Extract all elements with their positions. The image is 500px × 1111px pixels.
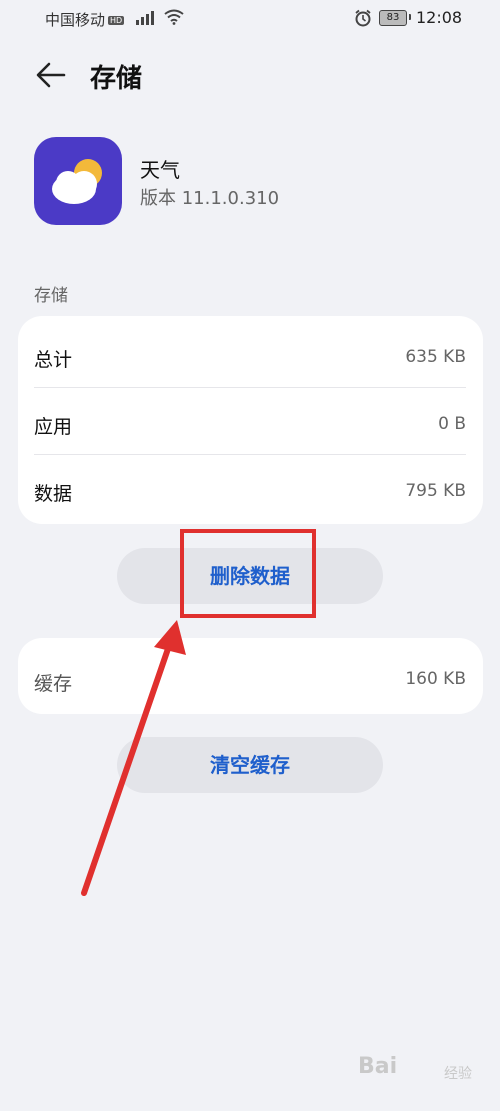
- watermark-sub: 经验: [444, 1066, 472, 1082]
- watermark-logo: Bai: [358, 1054, 398, 1079]
- annotation-arrow-icon: [81, 620, 186, 896]
